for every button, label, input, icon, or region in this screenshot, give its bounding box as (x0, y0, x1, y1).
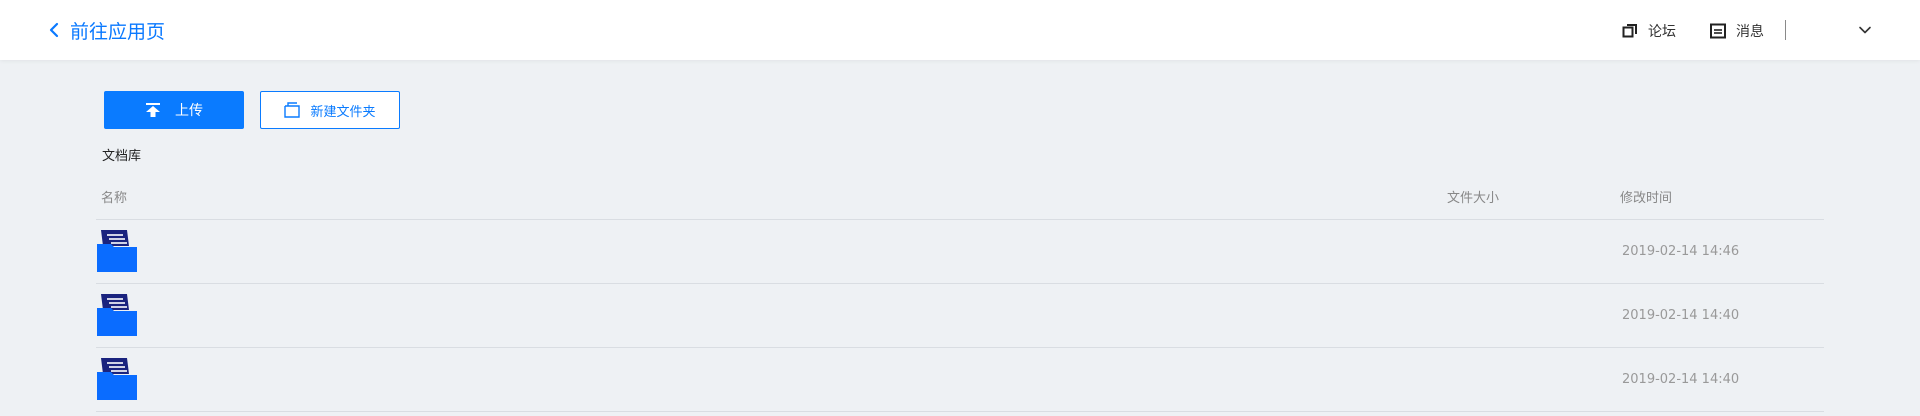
column-header-size[interactable]: 文件大小 (1447, 187, 1499, 206)
folder-icon (97, 358, 137, 400)
new-folder-button[interactable]: 新建文件夹 (260, 91, 400, 129)
upload-icon (146, 103, 160, 117)
message-icon (1710, 23, 1726, 39)
forum-label: 论坛 (1648, 24, 1676, 40)
header-divider (1785, 20, 1786, 40)
file-modified-time: 2019-02-14 14:46 (1622, 244, 1740, 259)
file-modified-time: 2019-02-14 14:40 (1622, 308, 1740, 323)
chevron-left-icon (49, 22, 59, 38)
table-row[interactable]: 2019-02-14 14:46 (96, 219, 1824, 283)
chevron-down-icon[interactable] (1857, 22, 1873, 38)
new-folder-label: 新建文件夹 (310, 104, 376, 120)
table-bottom-divider (96, 411, 1824, 412)
table-row[interactable]: 2019-02-14 14:40 (96, 347, 1824, 411)
back-link-label: 前往应用页 (70, 20, 166, 43)
forum-icon (1622, 24, 1637, 38)
top-bar: 前往应用页 论坛 消息 (0, 0, 1920, 60)
document-library-title: 文档库 (102, 149, 142, 164)
folder-icon (97, 294, 137, 336)
column-header-modified[interactable]: 修改时间 (1620, 187, 1672, 206)
column-header-name[interactable]: 名称 (101, 187, 127, 206)
messages-label: 消息 (1736, 24, 1764, 40)
back-to-apps-link[interactable]: 前往应用页 (46, 14, 165, 46)
new-folder-icon (284, 102, 301, 118)
upload-label: 上传 (175, 103, 203, 119)
messages-link[interactable]: 消息 (1710, 20, 1764, 42)
forum-link[interactable]: 论坛 (1622, 20, 1676, 42)
file-modified-time: 2019-02-14 14:40 (1622, 372, 1740, 387)
folder-icon (97, 230, 137, 272)
table-row[interactable]: 2019-02-14 14:40 (96, 283, 1824, 347)
file-table: 2019-02-14 14:46 2019-02-14 14:40 2019-0… (96, 219, 1824, 412)
upload-button[interactable]: 上传 (104, 91, 244, 129)
